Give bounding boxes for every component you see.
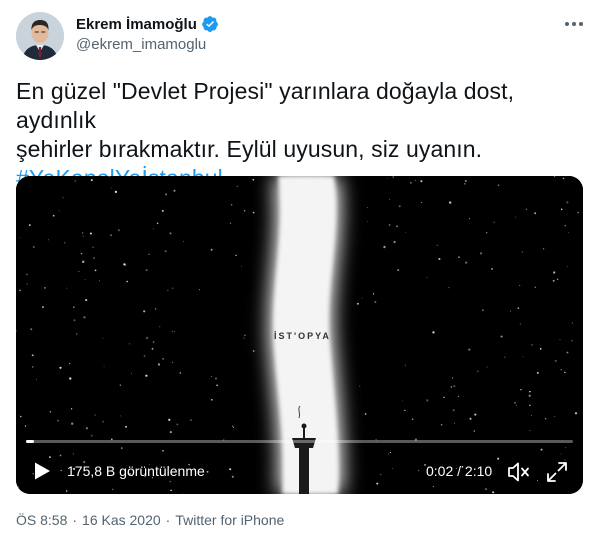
tweet-metadata: ÖS 8:58 · 16 Kas 2020 · Twitter for iPho… <box>16 512 284 528</box>
tweet-source[interactable]: Twitter for iPhone <box>175 512 284 528</box>
tweet-card: Ekrem İmamoğlu @ekrem_imamoglu En güzel … <box>0 0 599 542</box>
verified-badge-icon <box>201 15 219 33</box>
video-progress-fill <box>26 440 35 443</box>
tweet-time[interactable]: ÖS 8:58 <box>16 512 67 528</box>
volume-muted-icon[interactable] <box>507 461 531 483</box>
video-player[interactable]: İST'OPYA 175,8 B görüntülenme 0:02 / 2:1… <box>16 176 583 494</box>
view-count: 175,8 B görüntülenme <box>67 463 205 479</box>
author-name-row: Ekrem İmamoğlu <box>76 14 219 34</box>
meta-separator: · <box>165 512 171 528</box>
video-progress-bar[interactable] <box>26 440 573 443</box>
video-time: 0:02 / 2:10 <box>426 463 493 479</box>
avatar[interactable] <box>16 12 64 60</box>
meta-separator: · <box>72 512 78 528</box>
play-icon[interactable] <box>32 461 52 481</box>
tweet-text-line-1: En güzel "Devlet Projesi" yarınlara doğa… <box>16 78 515 133</box>
video-overlay-title: İST'OPYA <box>274 331 331 341</box>
tweet-text-line-2: şehirler bırakmaktır. Eylül uyusun, siz … <box>16 136 483 162</box>
author-display-name[interactable]: Ekrem İmamoğlu <box>76 16 197 33</box>
video-controls: 175,8 B görüntülenme 0:02 / 2:10 <box>16 458 583 484</box>
author-block: Ekrem İmamoğlu @ekrem_imamoglu <box>76 14 219 53</box>
tweet-date[interactable]: 16 Kas 2020 <box>82 512 161 528</box>
author-handle[interactable]: @ekrem_imamoglu <box>76 36 219 53</box>
fullscreen-icon[interactable] <box>546 461 568 483</box>
more-options-icon[interactable] <box>563 14 585 34</box>
